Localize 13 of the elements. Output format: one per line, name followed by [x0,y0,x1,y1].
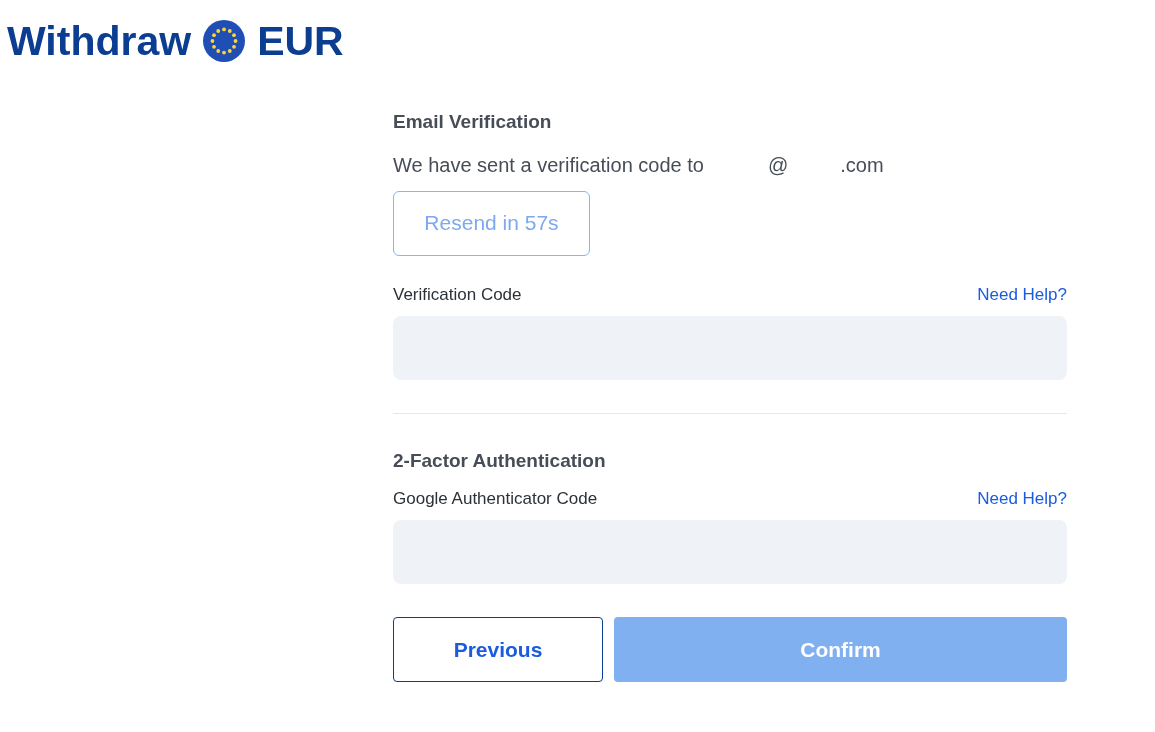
message-text: We have sent a verification code to [393,152,704,178]
previous-button[interactable]: Previous [393,617,603,682]
eu-flag-icon [203,20,246,62]
email-at-text: @ [767,152,789,178]
field-label: Verification Code [393,283,522,306]
currency-title: EUR [257,20,344,62]
need-help-link[interactable]: Need Help? [977,485,1067,511]
need-help-link[interactable]: Need Help? [977,281,1067,307]
page-title: Withdraw [7,20,192,62]
email-domain-text: .com [840,152,884,178]
field-label: Google Authenticator Code [393,487,598,510]
section-heading: Email Verification [393,110,553,134]
section-heading: 2-Factor Authentication [393,449,607,473]
